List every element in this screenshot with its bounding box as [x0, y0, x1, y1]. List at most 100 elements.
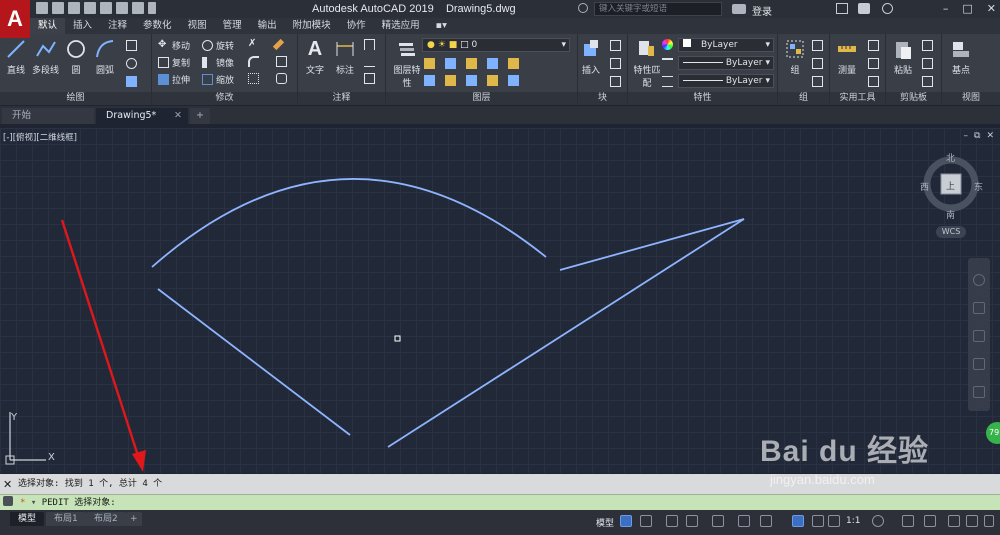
layer-dropdown[interactable]: ● ☀ ■ □ 0 ▾	[422, 38, 570, 52]
copy-clip-button[interactable]	[922, 58, 933, 69]
layer-tool-icon[interactable]	[508, 58, 519, 69]
panel-title-block[interactable]: 块	[578, 92, 627, 105]
ortho-icon[interactable]	[666, 515, 678, 527]
copy-base-button[interactable]	[922, 76, 933, 87]
array-button[interactable]	[248, 73, 259, 84]
workspace-gear-icon[interactable]	[872, 515, 884, 527]
minimize-icon[interactable]: –	[943, 2, 949, 15]
drawn-line[interactable]	[157, 288, 351, 436]
color-dropdown[interactable]: ByLayer ▾	[678, 38, 774, 52]
drawn-line[interactable]	[387, 218, 745, 448]
steering-wheel-icon[interactable]	[973, 274, 985, 286]
annotation-scale-value[interactable]: 1:1	[846, 516, 860, 526]
tab-annotate[interactable]: 注释	[100, 18, 135, 34]
viewport-controls-label[interactable]: [-][俯视][二维线框]	[3, 131, 77, 143]
zoom-icon[interactable]	[973, 330, 985, 342]
search-input[interactable]: 键入关键字或短语	[594, 2, 722, 16]
command-close-icon[interactable]: ✕	[3, 478, 12, 491]
object-snap-icon[interactable]	[760, 515, 772, 527]
id-point-button[interactable]	[868, 76, 879, 87]
tab-addins[interactable]: 附加模块	[285, 18, 339, 34]
panel-title-utilities[interactable]: 实用工具	[830, 92, 885, 105]
drawing-canvas[interactable]: Y X [-][俯视][二维线框] – ⧉ ✕ 北 南 西 东 上 WCS 79	[0, 128, 1000, 473]
drawn-line[interactable]	[559, 218, 745, 271]
move-button[interactable]: ✥ 移动	[158, 39, 190, 53]
command-line-input[interactable]: * ▾ PEDIT 选择对象:	[0, 494, 1000, 510]
vp-minimize-icon[interactable]: –	[964, 131, 969, 141]
tab-view[interactable]: 视图	[180, 18, 215, 34]
copy-button[interactable]: 复制	[158, 56, 190, 69]
vp-restore-icon[interactable]: ⧉	[974, 131, 980, 141]
panel-title-groups[interactable]: 组	[778, 92, 829, 105]
ribbon-options-icon[interactable]: ▪▾	[428, 18, 455, 34]
layer-tool-icon[interactable]	[424, 75, 435, 86]
search-icon[interactable]	[578, 3, 588, 13]
fillet-button[interactable]	[248, 56, 259, 67]
explode-button[interactable]	[276, 56, 287, 67]
layout-tab-2[interactable]: 布局2	[86, 512, 126, 526]
orbit-icon[interactable]	[973, 358, 985, 370]
login-button[interactable]: 登录	[752, 3, 772, 18]
cart-icon[interactable]	[836, 3, 848, 14]
close-icon[interactable]: ✕	[987, 2, 996, 15]
new-tab-button[interactable]: +	[190, 108, 210, 124]
tab-manage[interactable]: 管理	[215, 18, 250, 34]
undo-icon[interactable]	[116, 2, 128, 14]
app-menu-button[interactable]: A	[0, 0, 30, 38]
object-snap-tracking-icon[interactable]	[738, 515, 750, 527]
wcs-menu[interactable]: WCS	[936, 226, 966, 238]
quick-select-button[interactable]	[868, 40, 879, 51]
polar-icon[interactable]	[686, 515, 698, 527]
erase-button[interactable]	[272, 38, 285, 51]
drawn-arc[interactable]	[151, 178, 547, 268]
layout-tab-model[interactable]: 模型	[10, 512, 45, 526]
panel-title-view[interactable]: 视图	[942, 92, 1000, 105]
isodraft-icon[interactable]	[712, 515, 724, 527]
layer-tool-icon[interactable]	[508, 75, 519, 86]
save-as-icon[interactable]	[84, 2, 96, 14]
offset-button[interactable]	[276, 73, 287, 84]
polyline-button[interactable]: 多段线	[32, 38, 59, 76]
snap-icon[interactable]	[640, 515, 652, 527]
text-button[interactable]: A 文字	[304, 38, 326, 76]
measure-button[interactable]: 测量	[836, 38, 858, 76]
trim-button[interactable]: ✗	[248, 39, 259, 50]
tab-collaborate[interactable]: 协作	[339, 18, 374, 34]
stretch-button[interactable]: 拉伸	[158, 73, 190, 86]
customization-menu-icon[interactable]	[984, 515, 994, 527]
rectangle-button[interactable]	[126, 40, 137, 51]
save-icon[interactable]	[68, 2, 80, 14]
layer-properties-button[interactable]: 图层特性	[392, 38, 422, 89]
tab-insert[interactable]: 插入	[65, 18, 100, 34]
calculator-button[interactable]	[868, 58, 879, 69]
linetype-dropdown[interactable]: ByLayer ▾	[678, 56, 774, 70]
layer-tool-icon[interactable]	[487, 58, 498, 69]
ungroup-button[interactable]	[812, 40, 823, 51]
layout-tab-1[interactable]: 布局1	[46, 512, 86, 526]
group-select-button[interactable]	[812, 76, 823, 87]
customize-wrench-icon[interactable]	[3, 496, 13, 506]
layer-tool-icon[interactable]	[466, 58, 477, 69]
tab-start[interactable]: 开始	[2, 108, 94, 124]
add-layout-button[interactable]: +	[126, 512, 142, 526]
clean-screen-icon[interactable]	[966, 515, 978, 527]
table-button[interactable]	[364, 73, 375, 84]
gradient-button[interactable]	[126, 76, 137, 87]
panel-title-layers[interactable]: 图层	[386, 92, 577, 105]
layer-tool-icon[interactable]	[424, 58, 435, 69]
showmotion-icon[interactable]	[973, 386, 985, 398]
paste-button[interactable]: 粘贴	[892, 38, 914, 76]
pan-icon[interactable]	[973, 302, 985, 314]
help-icon[interactable]	[882, 3, 893, 14]
tab-drawing5[interactable]: Drawing5* ✕	[96, 108, 188, 124]
layer-tool-icon[interactable]	[466, 75, 477, 86]
annotation-scale-icon[interactable]	[828, 515, 840, 527]
base-button[interactable]: 基点	[950, 38, 972, 76]
redo-icon[interactable]	[132, 2, 144, 14]
qat-dropdown-icon[interactable]	[148, 2, 156, 14]
command-dropdown-icon[interactable]: ▾	[31, 498, 36, 508]
tab-featured-apps[interactable]: 精选应用	[374, 18, 428, 34]
open-icon[interactable]	[52, 2, 64, 14]
color-wheel-icon[interactable]	[662, 39, 673, 50]
auto-scale-icon[interactable]	[812, 515, 824, 527]
